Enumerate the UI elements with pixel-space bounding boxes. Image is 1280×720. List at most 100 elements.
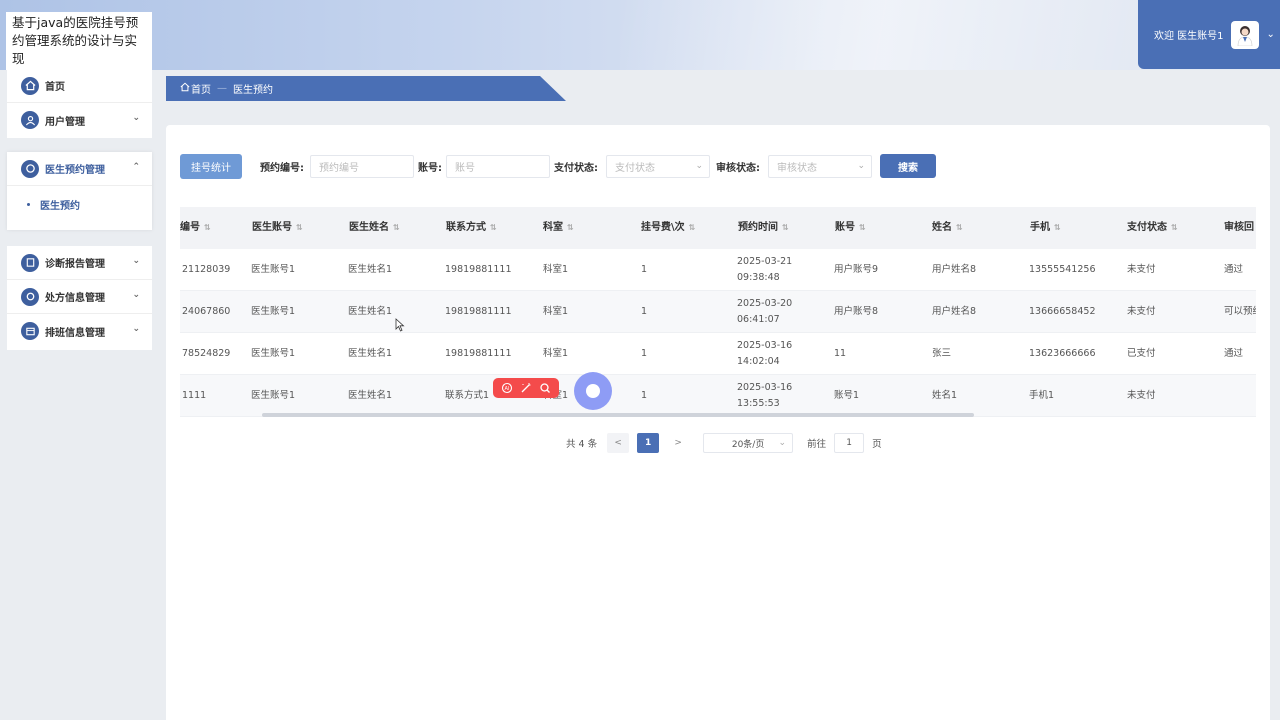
col-header-review-status[interactable]: 审核回 [1224, 207, 1254, 249]
floating-toolbar[interactable]: AI [493, 378, 559, 398]
page-unit-label: 页 [872, 439, 882, 450]
cell-department: 科室1 [543, 306, 569, 317]
cell-contact: 19819881111 [445, 306, 512, 317]
page-button-current[interactable]: 1 [637, 433, 660, 453]
prescription-icon [21, 287, 39, 306]
sidebar-item-diag-report[interactable]: 诊断报告管理 ⌄ [7, 246, 152, 280]
chevron-down-icon: ⌄ [857, 160, 865, 171]
next-page-button[interactable]: > [667, 433, 690, 453]
home-icon[interactable] [180, 82, 190, 95]
col-header-appt-time[interactable]: 预约时间 ⇅ [738, 207, 789, 249]
sort-icon: ⇅ [204, 223, 211, 232]
table-horizontal-scrollbar[interactable] [262, 413, 974, 417]
sidebar-item-schedule[interactable]: 排班信息管理 ⌄ [7, 314, 152, 348]
cell-appt-time: 2025-03-16 14:02:04 [737, 340, 793, 367]
table-row[interactable]: 21128039 医生账号1 医生姓名1 19819881111 科室1 1 2… [180, 249, 1256, 291]
appt-no-placeholder: 预约编号 [319, 162, 359, 174]
col-header-pay-status[interactable]: 支付状态 ⇅ [1127, 207, 1178, 249]
col-header-name[interactable]: 姓名 ⇅ [932, 207, 963, 249]
page-size-value: 20条/页 [731, 439, 765, 450]
col-header-phone[interactable]: 手机 ⇅ [1030, 207, 1061, 249]
cell-doctor-account: 医生账号1 [251, 264, 296, 275]
table-row[interactable]: 24067860 医生账号1 医生姓名1 19819881111 科室1 1 2… [180, 291, 1256, 333]
cell-fee: 1 [641, 348, 648, 359]
col-header-fee[interactable]: 挂号费\次 ⇅ [641, 207, 695, 249]
col-header-account[interactable]: 账号 ⇅ [835, 207, 866, 249]
cell-doctor-account: 医生账号1 [251, 348, 296, 359]
cell-id: 78524829 [182, 348, 231, 359]
sort-icon: ⇅ [567, 223, 574, 232]
sidebar-item-label: 排班信息管理 [45, 327, 105, 339]
col-header-department[interactable]: 科室 ⇅ [543, 207, 574, 249]
sidebar-item-doctor-appt-mgmt[interactable]: 医生预约管理 ⌃ [7, 152, 152, 186]
sidebar-item-label: 用户管理 [45, 116, 85, 128]
sidebar-item-home[interactable]: 首页 [7, 69, 152, 103]
account-input[interactable]: 账号 [446, 154, 550, 178]
breadcrumb: 首页 — 医生预约 [166, 76, 566, 101]
sort-icon: ⇅ [490, 223, 497, 232]
col-header-doctor-account[interactable]: 医生账号 ⇅ [252, 207, 303, 249]
cell-fee: 1 [641, 264, 648, 275]
sidebar-subitem-doctor-appt[interactable]: 医生预约 [7, 186, 152, 222]
review-status-label: 审核状态: [716, 162, 760, 174]
cell-account: 账号1 [834, 390, 860, 401]
main-panel: 挂号统计 预约编号: 预约编号 账号: 账号 支付状态: 支付状态 ⌄ 审核状态… [166, 125, 1270, 720]
table-row[interactable]: 1111 医生账号1 医生姓名1 联系方式1 科室1 1 2025-03-16 … [180, 375, 1256, 417]
cell-pay-status: 未支付 [1127, 264, 1156, 275]
sidebar-item-prescription[interactable]: 处方信息管理 ⌄ [7, 280, 152, 314]
chevron-up-icon: ⌃ [132, 162, 140, 172]
user-icon [21, 111, 39, 129]
cell-contact: 19819881111 [445, 264, 512, 275]
sidebar-item-user-mgmt[interactable]: 用户管理 ⌄ [7, 103, 152, 137]
review-status-select[interactable]: 审核状态 ⌄ [768, 154, 872, 178]
sort-icon: ⇅ [782, 223, 789, 232]
appt-no-label: 预约编号: [260, 162, 304, 174]
avatar[interactable] [1230, 20, 1259, 49]
cell-name: 姓名1 [932, 390, 958, 401]
cell-account: 用户账号8 [834, 306, 879, 317]
circle-icon [21, 159, 39, 178]
appt-no-input[interactable]: 预约编号 [310, 154, 414, 178]
circle-icon [586, 384, 600, 398]
user-menu[interactable]: 欢迎 医生账号1 ⌄ [1138, 0, 1280, 69]
table-row[interactable]: 78524829 医生账号1 医生姓名1 19819881111 科室1 1 2… [180, 333, 1256, 375]
sidebar-item-label: 诊断报告管理 [45, 259, 105, 270]
sidebar-item-label: 首页 [45, 82, 65, 93]
chevron-down-icon[interactable]: ⌄ [1267, 29, 1275, 40]
prev-page-button[interactable]: < [607, 433, 630, 453]
sort-icon: ⇅ [859, 223, 866, 232]
pagination-total: 共 4 条 [566, 439, 598, 450]
chevron-down-icon: ⌄ [132, 324, 140, 334]
table-header: 编号 ⇅ 医生账号 ⇅ 医生姓名 ⇅ 联系方式 ⇅ 科室 ⇅ 挂号费\次 ⇅ 预约时间 ⇅ 账… [180, 207, 1256, 249]
cell-doctor-name: 医生姓名1 [348, 264, 393, 275]
sort-icon: ⇅ [1054, 223, 1061, 232]
sort-icon: ⇅ [393, 223, 400, 232]
cell-doctor-name: 医生姓名1 [348, 348, 393, 359]
breadcrumb-current: 医生预约 [233, 85, 273, 96]
bullet-icon [27, 202, 30, 206]
page-size-select[interactable]: 20条/页 ⌄ [703, 433, 794, 453]
cell-department: 科室1 [543, 264, 569, 275]
breadcrumb-home[interactable]: 首页 [191, 81, 211, 96]
col-header-contact[interactable]: 联系方式 ⇅ [446, 207, 497, 249]
cell-doctor-account: 医生账号1 [251, 306, 296, 317]
sort-icon: ⇅ [296, 223, 303, 232]
pay-status-placeholder: 支付状态 [615, 162, 655, 174]
cell-name: 张三 [932, 348, 952, 359]
chevron-down-icon: ⌄ [132, 113, 140, 123]
chevron-down-icon: ⌄ [778, 438, 787, 448]
col-header-doctor-name[interactable]: 医生姓名 ⇅ [349, 207, 400, 249]
search-icon[interactable] [539, 379, 551, 398]
ai-icon[interactable]: AI [501, 379, 513, 398]
search-button[interactable]: 搜索 [880, 154, 936, 178]
magic-wand-icon[interactable] [520, 379, 532, 398]
stat-button[interactable]: 挂号统计 [180, 153, 242, 179]
pay-status-select[interactable]: 支付状态 ⌄ [606, 154, 710, 178]
floating-assistant-ball[interactable] [574, 372, 612, 410]
account-placeholder: 账号 [455, 162, 475, 174]
cell-id: 21128039 [182, 264, 231, 275]
cell-review-status: 可以预约 [1224, 306, 1256, 317]
goto-page-input[interactable]: 1 [834, 433, 865, 453]
chevron-down-icon: ⌄ [132, 290, 140, 300]
col-header-id[interactable]: 编号 ⇅ [180, 207, 211, 249]
